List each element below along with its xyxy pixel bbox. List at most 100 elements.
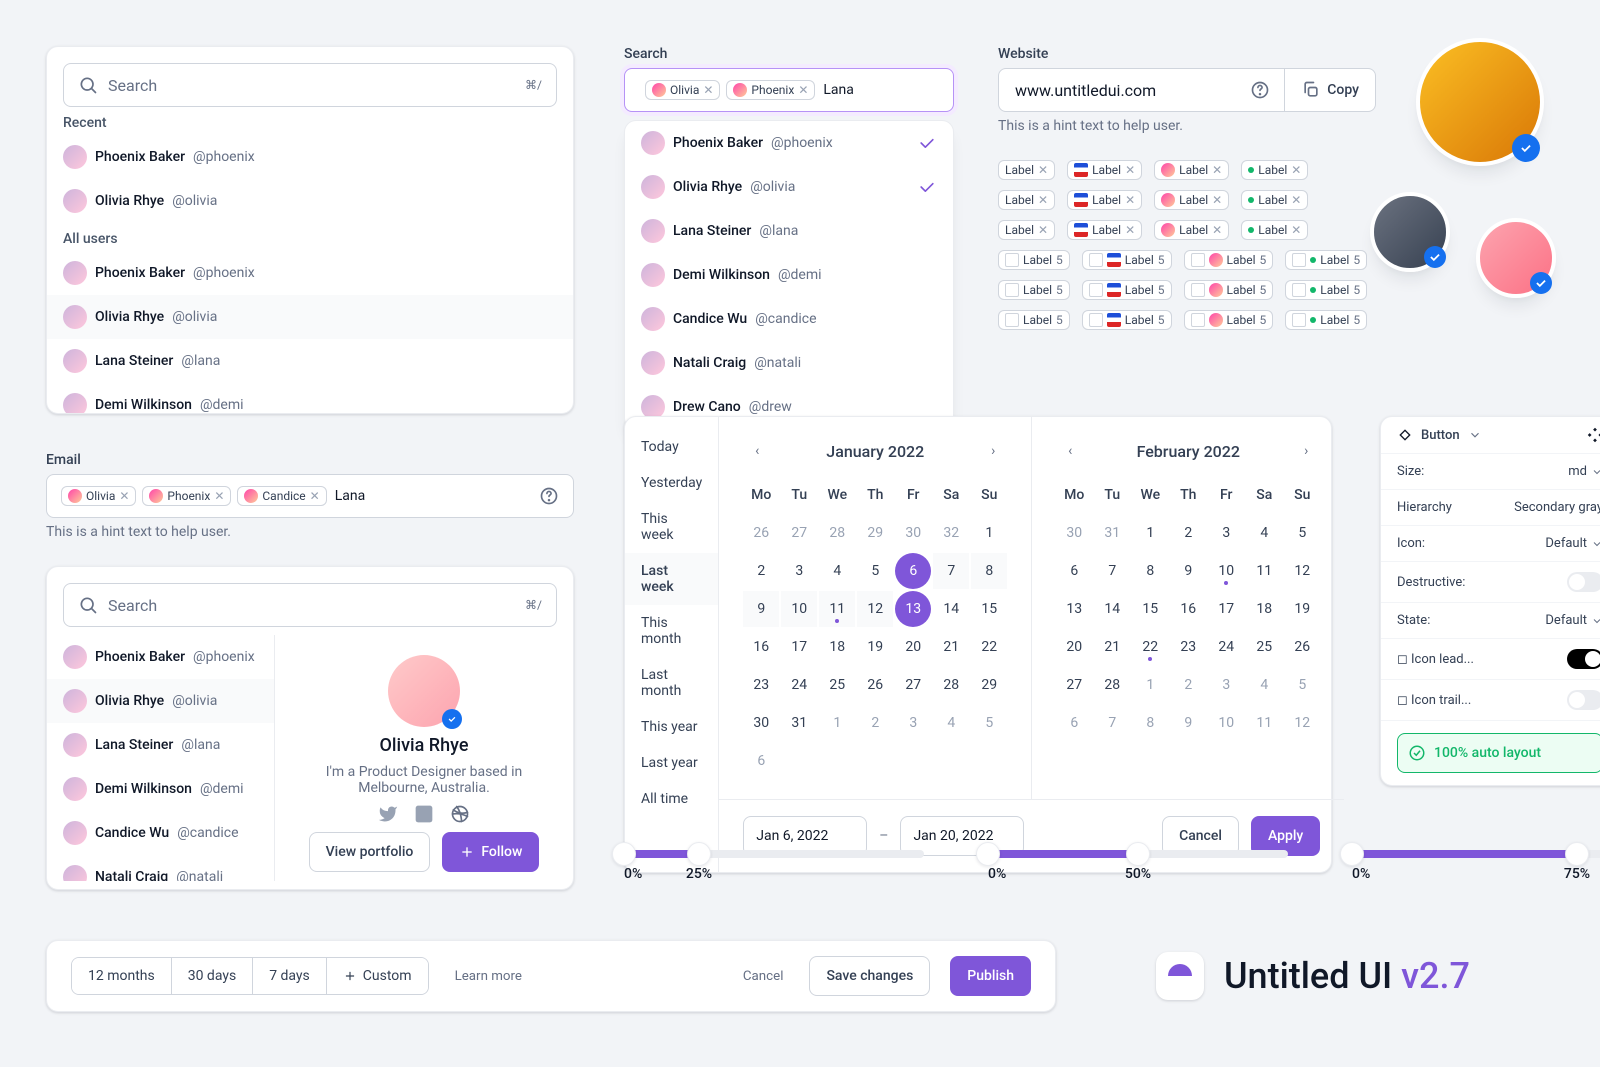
calendar-day[interactable]: 27 <box>1056 667 1092 703</box>
learn-more-link[interactable]: Learn more <box>449 968 528 985</box>
tag-chip[interactable]: Phoenix✕ <box>726 80 815 100</box>
calendar-day[interactable]: 3 <box>1208 667 1244 703</box>
calendar-day[interactable]: 8 <box>1132 553 1168 589</box>
calendar-day[interactable]: 4 <box>1246 667 1282 703</box>
calendar-day[interactable]: 30 <box>895 515 931 551</box>
calendar-day[interactable]: 30 <box>1056 515 1092 551</box>
calendar-day[interactable]: 9 <box>1170 705 1206 741</box>
label-chip-count[interactable]: Label5 <box>1082 280 1172 300</box>
remove-icon[interactable]: ✕ <box>1212 223 1222 237</box>
calendar-day[interactable]: 22 <box>971 629 1007 665</box>
calendar-day[interactable]: 30 <box>743 705 779 741</box>
calendar-day[interactable]: 4 <box>819 553 855 589</box>
user-row[interactable]: Olivia Rhye @olivia <box>47 295 573 339</box>
help-icon[interactable] <box>1250 80 1270 100</box>
calendar-day[interactable]: 11 <box>819 591 855 627</box>
calendar-day[interactable]: 10 <box>1208 705 1244 741</box>
email-text-input[interactable] <box>333 487 533 505</box>
preset-option[interactable]: Last year <box>625 745 718 781</box>
calendar-day[interactable]: 29 <box>857 515 893 551</box>
label-chip[interactable]: Label✕ <box>998 160 1055 180</box>
checkbox[interactable] <box>1292 283 1306 297</box>
next-month-button[interactable]: › <box>979 437 1007 465</box>
calendar-day[interactable]: 18 <box>819 629 855 665</box>
calendar-day[interactable]: 18 <box>1246 591 1282 627</box>
preset-option[interactable]: All time <box>625 781 718 817</box>
slider-thumb-hi[interactable] <box>687 842 711 866</box>
preset-option[interactable]: Last week <box>625 553 718 605</box>
remove-icon[interactable]: ✕ <box>1125 163 1135 177</box>
calendar-day[interactable]: 11 <box>1246 705 1282 741</box>
calendar-day[interactable]: 13 <box>895 591 931 627</box>
label-chip-count[interactable]: Label5 <box>1082 310 1172 330</box>
calendar-day[interactable]: 17 <box>1208 591 1244 627</box>
calendar-day[interactable]: 20 <box>1056 629 1092 665</box>
toggle[interactable] <box>1567 572 1600 592</box>
calendar-day[interactable]: 14 <box>1094 591 1130 627</box>
remove-icon[interactable]: ✕ <box>798 83 808 97</box>
seg-option[interactable]: 30 days <box>172 958 253 994</box>
calendar-day[interactable]: 24 <box>1208 629 1244 665</box>
calendar-day[interactable]: 5 <box>857 553 893 589</box>
user-row[interactable]: Olivia Rhye @olivia <box>47 179 573 223</box>
calendar-day[interactable]: 29 <box>971 667 1007 703</box>
user-row[interactable]: Demi Wilkinson @demi <box>47 767 274 811</box>
calendar-day[interactable]: 1 <box>819 705 855 741</box>
calendar-day[interactable]: 19 <box>857 629 893 665</box>
preset-option[interactable]: This month <box>625 605 718 657</box>
calendar-day[interactable]: 17 <box>781 629 817 665</box>
calendar-day[interactable]: 8 <box>1132 705 1168 741</box>
calendar-day[interactable]: 32 <box>933 515 969 551</box>
calendar-day[interactable]: 23 <box>743 667 779 703</box>
prop-value[interactable]: md <box>1568 464 1600 479</box>
prop-value[interactable]: Default <box>1545 536 1600 551</box>
checkbox[interactable] <box>1005 313 1019 327</box>
remove-icon[interactable]: ✕ <box>1212 163 1222 177</box>
calendar-day[interactable]: 4 <box>933 705 969 741</box>
checkbox[interactable] <box>1089 283 1103 297</box>
website-input[interactable] <box>998 68 1285 112</box>
calendar-day[interactable]: 11 <box>1246 553 1282 589</box>
calendar-day[interactable]: 16 <box>1170 591 1206 627</box>
range-slider[interactable]: 0%75% <box>1352 850 1600 882</box>
calendar-day[interactable]: 31 <box>1094 515 1130 551</box>
save-changes-button[interactable]: Save changes <box>809 956 930 996</box>
follow-button[interactable]: Follow <box>442 832 539 872</box>
calendar-day[interactable]: 20 <box>895 629 931 665</box>
calendar-day[interactable]: 2 <box>1170 667 1206 703</box>
checkbox[interactable] <box>1292 253 1306 267</box>
label-chip[interactable]: Label✕ <box>1241 160 1308 180</box>
preset-option[interactable]: Last month <box>625 657 718 709</box>
linkedin-icon[interactable] <box>414 804 434 824</box>
calendar-day[interactable]: 6 <box>1056 553 1092 589</box>
user-row[interactable]: Candice Wu @candice <box>625 297 953 341</box>
calendar-day[interactable]: 3 <box>781 553 817 589</box>
label-chip-count[interactable]: Label5 <box>1285 310 1367 330</box>
calendar-day[interactable]: 6 <box>743 743 779 779</box>
profile-search-input[interactable] <box>106 595 517 616</box>
label-chip-count[interactable]: Label5 <box>1184 280 1274 300</box>
calendar-day[interactable]: 26 <box>743 515 779 551</box>
calendar-day[interactable]: 5 <box>971 705 1007 741</box>
calendar-day[interactable]: 5 <box>1284 667 1320 703</box>
publish-button[interactable]: Publish <box>950 956 1031 996</box>
checkbox[interactable] <box>1191 313 1205 327</box>
remove-icon[interactable]: ✕ <box>1038 223 1048 237</box>
tag-chip[interactable]: Candice✕ <box>237 486 326 506</box>
remove-icon[interactable]: ✕ <box>703 83 713 97</box>
user-row[interactable]: Lana Steiner @lana <box>625 209 953 253</box>
prev-month-button[interactable]: ‹ <box>743 437 771 465</box>
diamond-grid-icon[interactable] <box>1587 427 1600 443</box>
calendar-day[interactable]: 21 <box>1094 629 1130 665</box>
user-row[interactable]: Lana Steiner @lana <box>47 339 573 383</box>
footer-cancel-button[interactable]: Cancel <box>737 968 790 985</box>
remove-icon[interactable]: ✕ <box>214 489 224 503</box>
calendar-day[interactable]: 26 <box>1284 629 1320 665</box>
slider-thumb-lo[interactable] <box>612 842 636 866</box>
remove-icon[interactable]: ✕ <box>1125 223 1135 237</box>
tag-chip[interactable]: Olivia✕ <box>645 80 720 100</box>
user-row[interactable]: Olivia Rhye @olivia <box>47 679 274 723</box>
calendar-day[interactable]: 12 <box>857 591 893 627</box>
user-row[interactable]: Natali Craig @natali <box>625 341 953 385</box>
user-row[interactable]: Lana Steiner @lana <box>47 723 274 767</box>
